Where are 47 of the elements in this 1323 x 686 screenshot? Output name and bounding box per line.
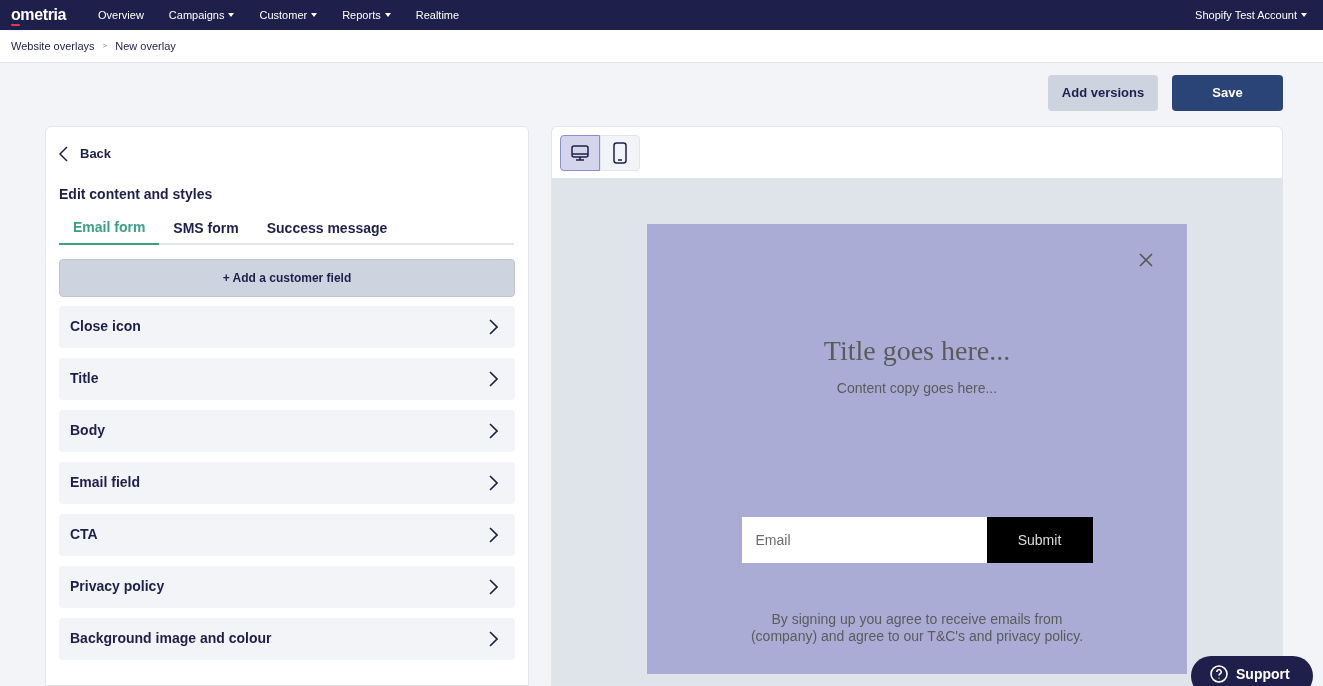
phone-icon xyxy=(613,141,627,164)
account-menu[interactable]: Shopify Test Account xyxy=(1195,6,1307,24)
add-versions-button[interactable]: Add versions xyxy=(1048,75,1158,111)
chevron-right-icon xyxy=(488,370,498,387)
accordion-item[interactable]: CTA xyxy=(59,513,515,556)
accordion-item[interactable]: Background image and colour xyxy=(59,617,515,660)
nav-link[interactable]: Customer xyxy=(259,6,318,24)
accordion-item[interactable]: Title xyxy=(59,357,515,400)
nav-link[interactable]: Overview xyxy=(98,6,144,24)
breadcrumb-separator: > xyxy=(102,40,108,52)
add-customer-field-button[interactable]: + Add a customer field xyxy=(59,258,515,297)
breadcrumb-link[interactable]: New overlay xyxy=(115,37,176,55)
support-button[interactable]: Support xyxy=(1191,656,1313,686)
tab[interactable]: SMS form xyxy=(159,212,253,245)
chevron-right-icon xyxy=(488,630,498,647)
accordion-item[interactable]: Close icon xyxy=(59,305,515,348)
caret-icon xyxy=(311,13,318,17)
submit-button[interactable]: Submit xyxy=(986,517,1093,563)
caret-icon xyxy=(1301,13,1307,17)
chevron-left-icon xyxy=(59,145,68,162)
accordion-item[interactable]: Body xyxy=(59,409,515,452)
accordion-item[interactable]: Email field xyxy=(59,461,515,504)
monitor-icon xyxy=(570,142,590,163)
overlay-title: Title goes here... xyxy=(823,334,1011,368)
caret-icon xyxy=(384,13,391,17)
chevron-right-icon xyxy=(488,578,498,595)
nav-link[interactable]: Reports xyxy=(342,6,391,24)
chevron-right-icon xyxy=(488,526,498,543)
nav-link[interactable]: Campaigns xyxy=(168,6,235,24)
overlay-body: Content copy goes here... xyxy=(836,379,998,398)
tab[interactable]: Success message xyxy=(252,212,402,245)
logo[interactable]: ometria xyxy=(11,7,66,23)
close-icon[interactable] xyxy=(1139,253,1153,267)
save-button[interactable]: Save xyxy=(1172,75,1283,111)
chevron-right-icon xyxy=(488,474,498,491)
breadcrumb-link[interactable]: Website overlays xyxy=(11,37,95,55)
section-heading: Edit content and styles xyxy=(59,184,214,204)
back-button[interactable]: Back xyxy=(59,144,112,164)
email-input[interactable]: Email xyxy=(741,517,987,563)
caret-icon xyxy=(228,13,235,17)
privacy-notice: By signing up you agree to receive emails from (company) and agree to our T&C's and privacy policy. xyxy=(749,611,1085,645)
chevron-right-icon xyxy=(488,422,498,439)
help-icon xyxy=(1210,665,1228,683)
nav-link[interactable]: Realtime xyxy=(415,6,460,24)
device-toggle-button[interactable] xyxy=(560,134,600,171)
accordion-item[interactable]: Privacy policy xyxy=(59,565,515,608)
chevron-right-icon xyxy=(488,318,498,335)
